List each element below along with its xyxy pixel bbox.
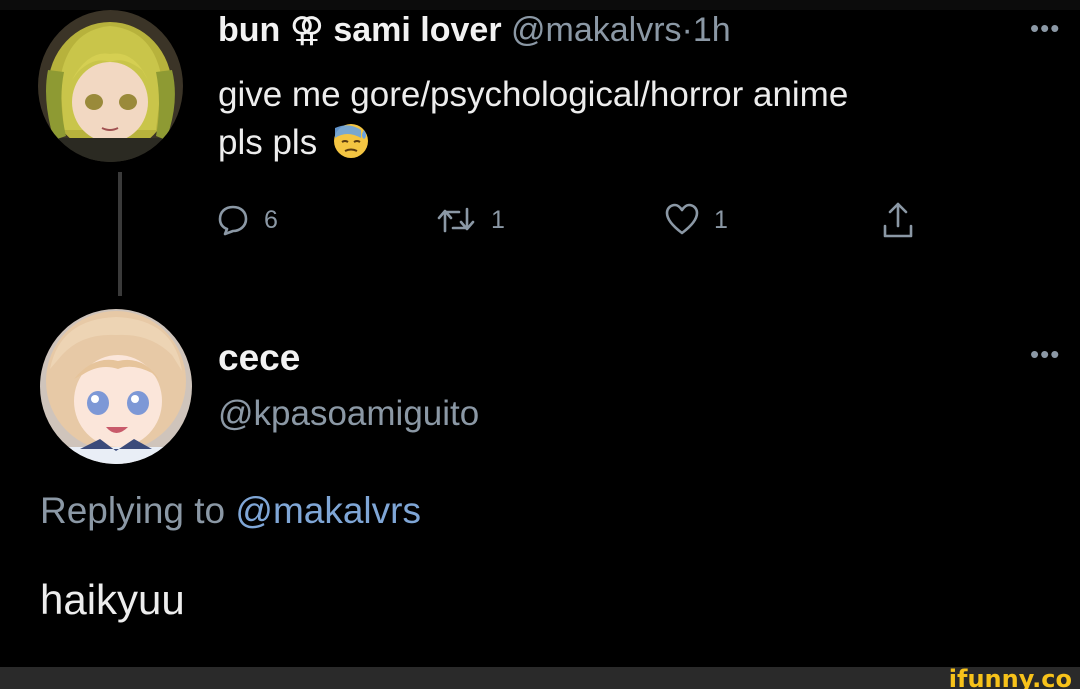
replying-to: Replying to @makalvrs xyxy=(40,488,421,534)
downcast-face-with-sweat-emoji xyxy=(331,120,371,173)
footer-bar xyxy=(0,667,1080,689)
tweet-header: bun ⚢ sami lover @makalvrs·1h xyxy=(218,10,731,50)
display-name[interactable]: bun ⚢ sami lover xyxy=(218,11,502,49)
tweet-text-line-2-text: pls pls xyxy=(218,123,318,162)
ifunny-watermark: ifunny.co xyxy=(948,665,1072,689)
reply-text: haikyuu xyxy=(40,576,185,623)
timestamp[interactable]: 1h xyxy=(693,11,731,49)
replying-mention-link[interactable]: @makalvrs xyxy=(235,490,421,531)
more-options-icon[interactable]: ••• xyxy=(1030,15,1060,41)
retweet-button[interactable]: 1 xyxy=(435,200,505,240)
avatar-cece[interactable] xyxy=(40,309,192,464)
reply-count: 6 xyxy=(264,205,278,234)
heart-icon xyxy=(664,203,700,237)
tweet-text-line-2: pls pls xyxy=(218,119,1038,173)
thread-line xyxy=(118,172,122,296)
avatar-bun[interactable] xyxy=(38,10,183,162)
tweet-text-line-1: give me gore/psychological/horror anime xyxy=(218,75,849,114)
reply-user-handle[interactable]: @kpasoamiguito xyxy=(218,392,479,436)
share-icon xyxy=(881,200,915,240)
reply-display-name[interactable]: cece xyxy=(218,336,300,380)
tweet-text: give me gore/psychological/horror anime … xyxy=(218,71,1038,173)
comment-icon xyxy=(216,203,250,237)
like-button[interactable]: 1 xyxy=(664,200,728,240)
retweet-count: 1 xyxy=(491,205,505,234)
like-count: 1 xyxy=(714,205,728,234)
top-edge xyxy=(0,0,1080,10)
user-handle[interactable]: @makalvrs xyxy=(511,11,682,49)
separator-dot: · xyxy=(681,11,693,49)
retweet-icon xyxy=(435,203,477,237)
reply-more-options-icon[interactable]: ••• xyxy=(1030,341,1060,367)
replying-prefix: Replying to xyxy=(40,490,226,531)
share-button[interactable] xyxy=(881,200,915,240)
reply-button[interactable]: 6 xyxy=(216,200,278,240)
